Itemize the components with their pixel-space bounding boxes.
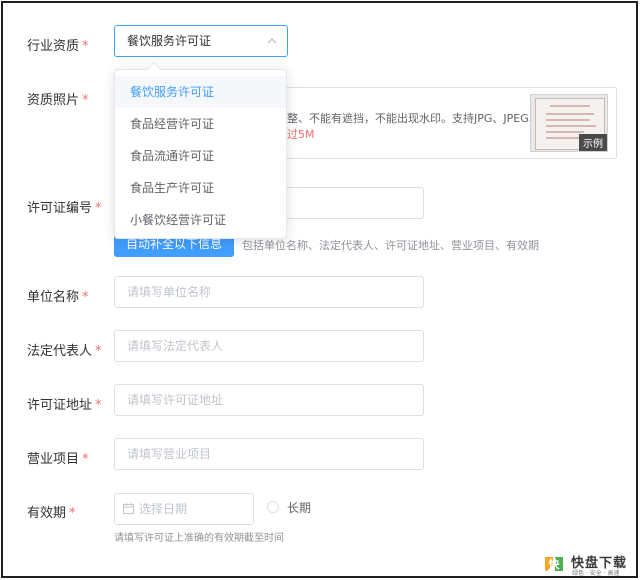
upload-tip: 整、不能有遮挡，不能出现水印。支持JPG、JPEG、 — [287, 112, 540, 125]
logo-slogan: 绿色 · 安全 · 高速 — [572, 570, 620, 577]
address-input[interactable]: 请填写许可证地址 — [114, 384, 424, 416]
required-mark: * — [82, 93, 89, 108]
calendar-icon — [123, 503, 134, 514]
required-mark: * — [69, 506, 76, 521]
form-panel: 行业资质 * 餐饮服务许可证 资质照片 * 整、不能有遮挡，不能出现水印。支持JPG… — [1, 1, 638, 578]
industry-select[interactable]: 餐饮服务许可证 — [114, 25, 288, 57]
long-term-radio[interactable] — [267, 501, 279, 513]
photo-label: 资质照片 * — [27, 93, 89, 108]
industry-label: 行业资质 * — [27, 39, 89, 54]
dropdown-option[interactable]: 食品流通许可证 — [115, 140, 286, 172]
sample-image[interactable]: 示例 — [530, 94, 608, 152]
long-term-label[interactable]: 长期 — [287, 499, 311, 516]
industry-select-value: 餐饮服务许可证 — [127, 34, 212, 48]
watermark-logo: 快 快盘下载 绿色 · 安全 · 高速 — [541, 551, 637, 577]
license-no-label: 许可证编号 * — [27, 201, 102, 216]
required-mark: * — [82, 452, 89, 467]
autofill-hint: 包括单位名称、法定代表人、许可证地址、营业项目、有效期 — [242, 239, 539, 252]
validity-label: 有效期 * — [27, 506, 76, 521]
unit-name-label: 单位名称 * — [27, 290, 89, 305]
required-mark: * — [82, 39, 89, 54]
business-label: 营业项目 * — [27, 452, 89, 467]
unit-name-input[interactable]: 请填写单位名称 — [114, 276, 424, 308]
dropdown-option[interactable]: 食品生产许可证 — [115, 172, 286, 204]
required-mark: * — [82, 290, 89, 305]
validity-note: 请填写许可证上准确的有效期截至时间 — [114, 533, 284, 544]
sample-tag: 示例 — [579, 134, 607, 151]
dropdown-option[interactable]: 食品经营许可证 — [115, 108, 286, 140]
upload-size-tip: 过5M — [287, 128, 315, 141]
business-input[interactable]: 请填写营业项目 — [114, 438, 424, 470]
date-picker[interactable]: 选择日期 — [114, 493, 254, 525]
legal-rep-label: 法定代表人 * — [27, 344, 102, 359]
chevron-up-icon — [267, 38, 277, 44]
dropdown-option[interactable]: 餐饮服务许可证 — [115, 76, 286, 108]
logo-mark-icon: 快 — [545, 557, 563, 571]
date-placeholder: 选择日期 — [139, 502, 188, 516]
address-label: 许可证地址 * — [27, 398, 102, 413]
legal-rep-input[interactable]: 请填写法定代表人 — [114, 330, 424, 362]
dropdown-option[interactable]: 小餐饮经营许可证 — [115, 204, 286, 236]
required-mark: * — [95, 398, 102, 413]
required-mark: * — [95, 344, 102, 359]
industry-dropdown: 餐饮服务许可证 食品经营许可证 食品流通许可证 食品生产许可证 小餐饮经营许可证 — [114, 61, 287, 239]
dropdown-arrow — [146, 61, 162, 77]
logo-glyph: 快 — [548, 557, 561, 571]
required-mark: * — [95, 201, 102, 216]
